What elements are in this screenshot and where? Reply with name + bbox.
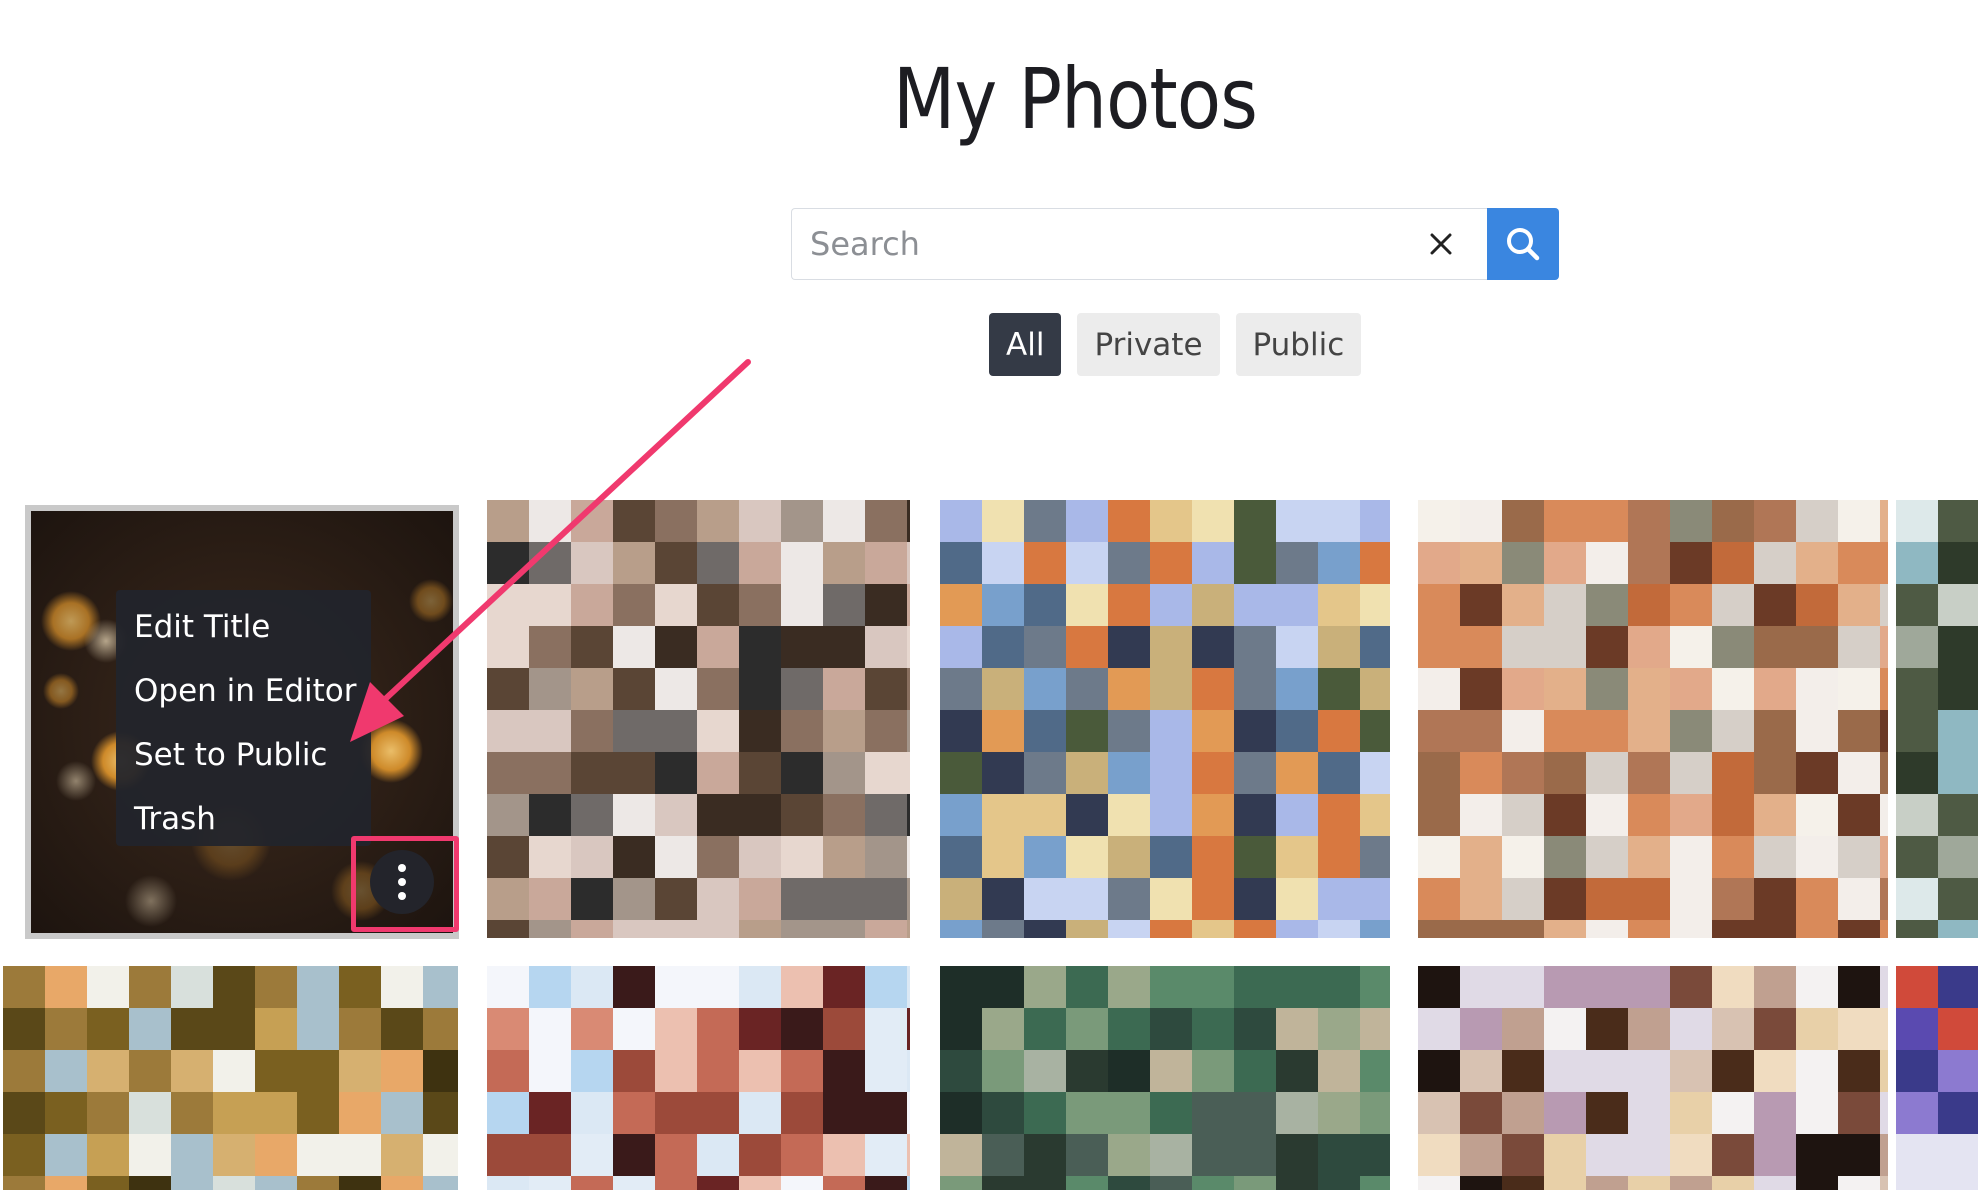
- menu-item-set-to-public[interactable]: Set to Public: [116, 723, 371, 787]
- photo-thumbnail[interactable]: [487, 966, 910, 1190]
- photo-thumbnail[interactable]: [940, 500, 1390, 938]
- close-icon[interactable]: [1423, 226, 1459, 262]
- search-icon: [1507, 228, 1540, 261]
- photo-thumbnail[interactable]: [1418, 966, 1888, 1190]
- photo-thumbnail[interactable]: [3, 966, 458, 1190]
- search-bar: [791, 208, 1559, 280]
- filter-all[interactable]: All: [989, 313, 1062, 376]
- visibility-filter: All Private Public: [989, 313, 1362, 376]
- photo-thumbnail[interactable]: [1896, 500, 1978, 938]
- photo-thumbnail[interactable]: [1896, 966, 1978, 1190]
- search-input[interactable]: [791, 208, 1487, 280]
- photo-context-menu: Edit Title Open in Editor Set to Public …: [116, 590, 371, 846]
- menu-item-trash[interactable]: Trash: [116, 787, 371, 851]
- page-title: My Photos: [892, 50, 1258, 148]
- filter-public[interactable]: Public: [1235, 313, 1362, 376]
- menu-item-edit-title[interactable]: Edit Title: [116, 595, 371, 659]
- filter-private[interactable]: Private: [1077, 313, 1220, 376]
- photo-thumbnail[interactable]: [487, 500, 910, 938]
- annotation-highlight: [351, 836, 459, 932]
- photo-thumbnail[interactable]: [1418, 500, 1888, 938]
- photo-thumbnail[interactable]: [940, 966, 1390, 1190]
- menu-item-open-in-editor[interactable]: Open in Editor: [116, 659, 371, 723]
- search-button[interactable]: [1487, 208, 1559, 280]
